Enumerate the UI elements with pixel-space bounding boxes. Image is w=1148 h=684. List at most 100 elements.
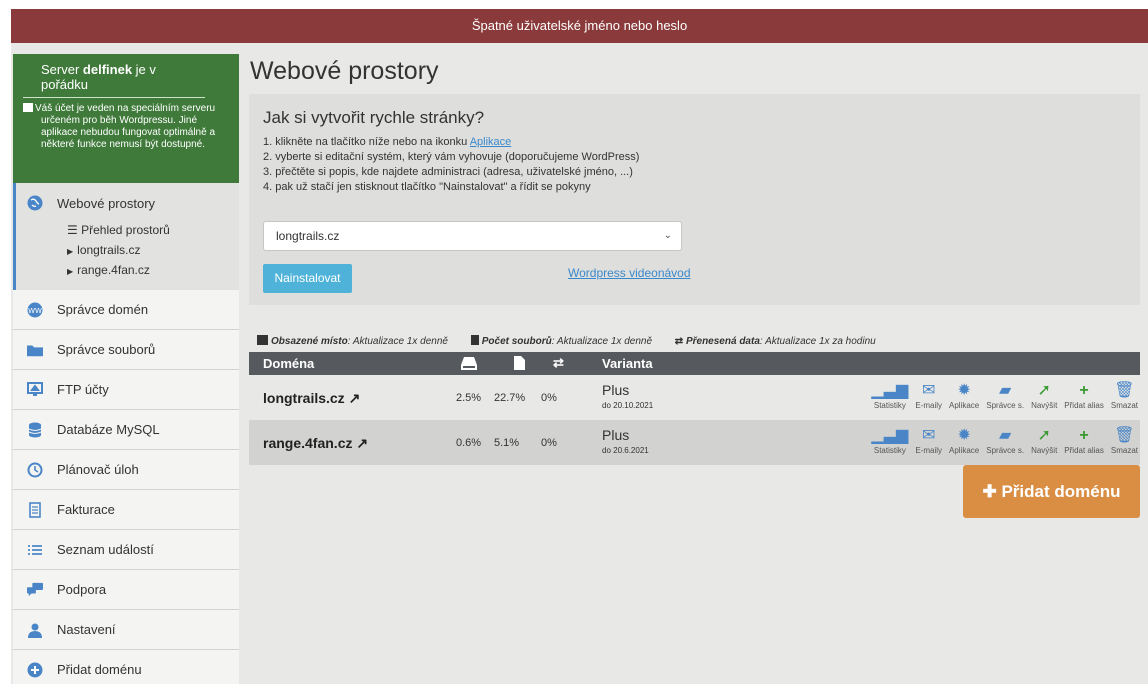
col-domain: Doména [263, 356, 315, 371]
table-row: longtrails.cz ↗ 2.5% 22.7% 0% Plus do 20… [249, 375, 1140, 420]
domain-link[interactable]: range.4fan.cz ↗ [263, 435, 368, 452]
stats-legend: Obsazené místo: Aktualizace 1x denně Poč… [257, 335, 896, 347]
plus-circle-icon [27, 662, 43, 678]
files-value: 5.1% [494, 437, 520, 449]
delete-button[interactable]: 🗑 Smazat [1111, 426, 1138, 455]
howto-steps: 1. klikněte na tlačítko níže nebo na iko… [263, 135, 1126, 195]
variant-until: do 20.6.2021 [602, 446, 649, 455]
upgrade-button[interactable]: ➚ Navýšit [1031, 381, 1057, 410]
sidebar-item-planovac[interactable]: Plánovač úloh [13, 450, 239, 490]
external-link-icon: ↗ [348, 390, 361, 406]
apps-button[interactable]: ✹ Aplikace [949, 426, 979, 455]
bar-chart-icon: ▁▃▆ [871, 427, 909, 444]
install-button[interactable]: Nainstalovat [263, 264, 352, 293]
add-domain-button[interactable]: ✚ Přidat doménu [963, 465, 1140, 518]
bar-chart-icon: ▁▃▆ [871, 382, 909, 399]
file-icon [470, 335, 479, 345]
transfer-icon: ⇄ [553, 355, 564, 370]
triangle-right-icon: ▶ [67, 247, 74, 256]
folder-icon: ▰ [999, 427, 1012, 444]
main-content: Webové prostory Jak si vytvořit rychle s… [249, 54, 1144, 518]
file-manager-button[interactable]: ▰ Správce s. [986, 426, 1024, 455]
sidebar-item-databaze[interactable]: Databáze MySQL [13, 410, 239, 450]
emails-button[interactable]: ✉ E-maily [915, 426, 942, 455]
app-frame: Špatné uživatelské jméno nebo heslo Serv… [11, 9, 1148, 684]
wordpress-video-link[interactable]: Wordpress videonávod [568, 266, 691, 280]
sidebar-item-webove-prostory[interactable]: Webové prostory ☰ Přehled prostorů ▶ long… [13, 183, 239, 290]
envelope-icon: ✉ [921, 382, 936, 399]
database-icon [27, 422, 43, 438]
transfer-value: 0% [541, 392, 557, 404]
sidebar-item-spravce-domen[interactable]: WW Správce domén [13, 290, 239, 330]
variant: Plus [602, 427, 630, 443]
plus-icon: ✚ [982, 482, 1002, 501]
variant-until: do 20.10.2021 [602, 401, 654, 410]
col-variant: Varianta [602, 356, 653, 371]
apps-button[interactable]: ✹ Aplikace [949, 381, 979, 410]
transfer-value: 0% [541, 437, 557, 449]
upgrade-button[interactable]: ➚ Navýšit [1031, 426, 1057, 455]
sub-item-range[interactable]: ▶ range.4fan.cz [16, 260, 239, 280]
chevron-down-icon: ⌄ [663, 230, 672, 241]
server-icon [23, 103, 33, 112]
clock-icon [27, 462, 43, 478]
sidebar-item-label: Webové prostory [57, 195, 156, 211]
add-alias-button[interactable]: + Přidat alias [1064, 426, 1104, 455]
space-value: 2.5% [456, 392, 482, 404]
trash-icon: 🗑 [1114, 382, 1135, 399]
howto-panel: Jak si vytvořit rychle stránky? 1. klikn… [249, 94, 1140, 305]
folder-icon: ▰ [999, 382, 1012, 399]
domain-link[interactable]: longtrails.cz ↗ [263, 390, 360, 407]
row-actions: ▁▃▆ Statistiky ✉ E-maily ✹ Aplikace ▰ Správc… [864, 381, 1138, 410]
trash-icon: 🗑 [1114, 427, 1135, 444]
sub-item-prehled[interactable]: ☰ Přehled prostorů [16, 220, 239, 240]
domain-select[interactable]: longtrails.cz ⌄ [263, 221, 682, 251]
ftp-icon [27, 382, 43, 398]
sidebar-item-spravce-souboru[interactable]: Správce souborů [13, 330, 239, 370]
svg-text:WW: WW [28, 307, 42, 315]
stats-button[interactable]: ▁▃▆ Statistiky [871, 381, 908, 410]
variant: Plus [602, 382, 630, 398]
server-status-title: Server delfinek je v pořádku [23, 62, 205, 98]
invoice-icon [27, 501, 43, 518]
file-icon [514, 356, 525, 373]
delete-button[interactable]: 🗑 Smazat [1111, 381, 1138, 410]
aplikace-link[interactable]: Aplikace [470, 136, 512, 148]
gear-icon: ✹ [957, 427, 971, 444]
sidebar-item-pridat-domenu[interactable]: Přidat doménu [13, 650, 239, 684]
sidebar-item-podpora[interactable]: Podpora [13, 570, 239, 610]
server-status-box: Server delfinek je v pořádku Váš účet je… [13, 54, 239, 183]
file-manager-button[interactable]: ▰ Správce s. [986, 381, 1024, 410]
sidebar-item-fakturace[interactable]: Fakturace [13, 490, 239, 530]
server-name: delfinek [82, 62, 133, 77]
stats-button[interactable]: ▁▃▆ Statistiky [871, 426, 908, 455]
plus-icon: + [1079, 382, 1089, 399]
plus-icon: + [1079, 427, 1089, 444]
gear-icon: ✹ [957, 382, 971, 399]
domain-icon: WW [27, 302, 43, 318]
sidebar-item-seznam-udalosti[interactable]: Seznam událostí [13, 530, 239, 570]
external-link-icon: ↗ [356, 435, 369, 451]
sub-item-longtrails[interactable]: ▶ longtrails.cz [16, 240, 239, 260]
emails-button[interactable]: ✉ E-maily [915, 381, 942, 410]
rocket-icon: ➚ [1037, 382, 1051, 399]
domains-table: Doména ⇄ Varianta longtrails.cz ↗ 2.5% 2… [249, 352, 1140, 465]
sidebar-item-nastaveni[interactable]: Nastavení [13, 610, 239, 650]
page-title: Webové prostory [250, 57, 439, 85]
envelope-icon: ✉ [921, 427, 936, 444]
sidebar-item-ftp[interactable]: FTP účty [13, 370, 239, 410]
error-alert: Špatné uživatelské jméno nebo heslo [11, 9, 1148, 43]
howto-step-3: 3. přečtěte si popis, kde najdete admini… [263, 166, 633, 178]
list-icon: ☰ [67, 223, 82, 237]
howto-title: Jak si vytvořit rychle stránky? [263, 108, 485, 127]
add-alias-button[interactable]: + Přidat alias [1064, 381, 1104, 410]
globe-icon [27, 195, 43, 211]
transfer-icon: ⇄ [674, 336, 686, 347]
sidebar: Server delfinek je v pořádku Váš účet je… [13, 54, 239, 684]
disk-icon [257, 335, 268, 345]
triangle-right-icon: ▶ [67, 267, 74, 276]
files-value: 22.7% [494, 392, 526, 404]
howto-step-4: 4. pak už stačí jen stisknout tlačítko "… [263, 181, 591, 193]
howto-step-1: 1. klikněte na tlačítko níže nebo na iko… [263, 136, 512, 148]
user-icon [27, 622, 43, 638]
